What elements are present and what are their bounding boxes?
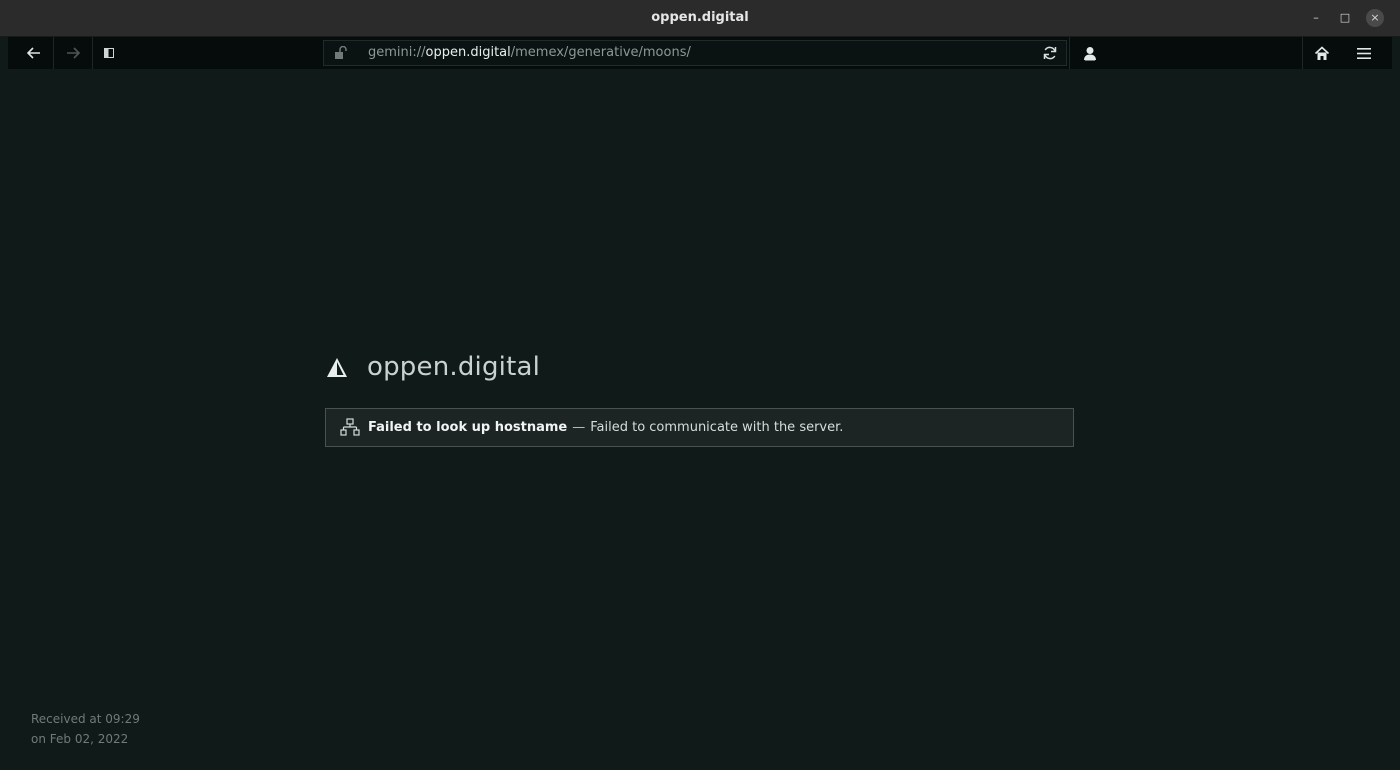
- page-header: oppen.digital: [326, 347, 540, 387]
- url-host: oppen.digital: [425, 45, 511, 60]
- home-icon: [1314, 45, 1330, 60]
- page-content: oppen.digital Failed to look up hostname…: [8, 69, 1392, 769]
- back-button[interactable]: [15, 37, 54, 69]
- maximize-button[interactable]: □: [1336, 9, 1354, 27]
- identity-button[interactable]: [1069, 37, 1110, 69]
- sidebar-toggle-button[interactable]: [94, 37, 124, 69]
- window-title: oppen.digital: [651, 10, 749, 25]
- url-text[interactable]: gemini://oppen.digital/memex/generative/…: [368, 41, 691, 65]
- network-icon: [340, 418, 360, 436]
- close-button[interactable]: ×: [1366, 9, 1384, 27]
- unlock-icon[interactable]: [334, 46, 350, 60]
- warning-icon: [327, 357, 347, 377]
- navigation-toolbar: gemini://oppen.digital/memex/generative/…: [8, 37, 1392, 69]
- received-date-line: on Feb 02, 2022: [31, 732, 129, 746]
- back-arrow-icon: [27, 47, 40, 59]
- error-title: Failed to look up hostname: [368, 420, 568, 435]
- forward-button[interactable]: [54, 37, 93, 69]
- sidebar-icon: [104, 48, 114, 58]
- home-button[interactable]: [1302, 37, 1341, 69]
- hamburger-menu-icon: [1357, 47, 1371, 59]
- identity-icon: [1084, 46, 1096, 60]
- title-bar[interactable]: oppen.digital – □ ×: [0, 0, 1400, 37]
- forward-arrow-icon: [67, 47, 80, 59]
- menu-button[interactable]: [1344, 37, 1384, 69]
- url-bar[interactable]: gemini://oppen.digital/memex/generative/…: [323, 40, 1067, 66]
- url-scheme: gemini://: [368, 45, 426, 60]
- reload-icon[interactable]: [1042, 45, 1058, 61]
- error-separator: —: [572, 420, 586, 435]
- received-time-line: Received at 09:29: [31, 712, 140, 726]
- minimize-button[interactable]: –: [1307, 9, 1325, 27]
- error-message: Failed to communicate with the server.: [590, 420, 844, 435]
- received-timestamp: Received at 09:29 on Feb 02, 2022: [31, 709, 140, 749]
- browser-window: oppen.digital – □ × gemini://oppen.digit…: [0, 0, 1400, 770]
- page-hostname: oppen.digital: [367, 352, 541, 382]
- url-path: /memex/generative/moons/: [510, 45, 691, 60]
- error-banner: Failed to look up hostname — Failed to c…: [325, 408, 1074, 447]
